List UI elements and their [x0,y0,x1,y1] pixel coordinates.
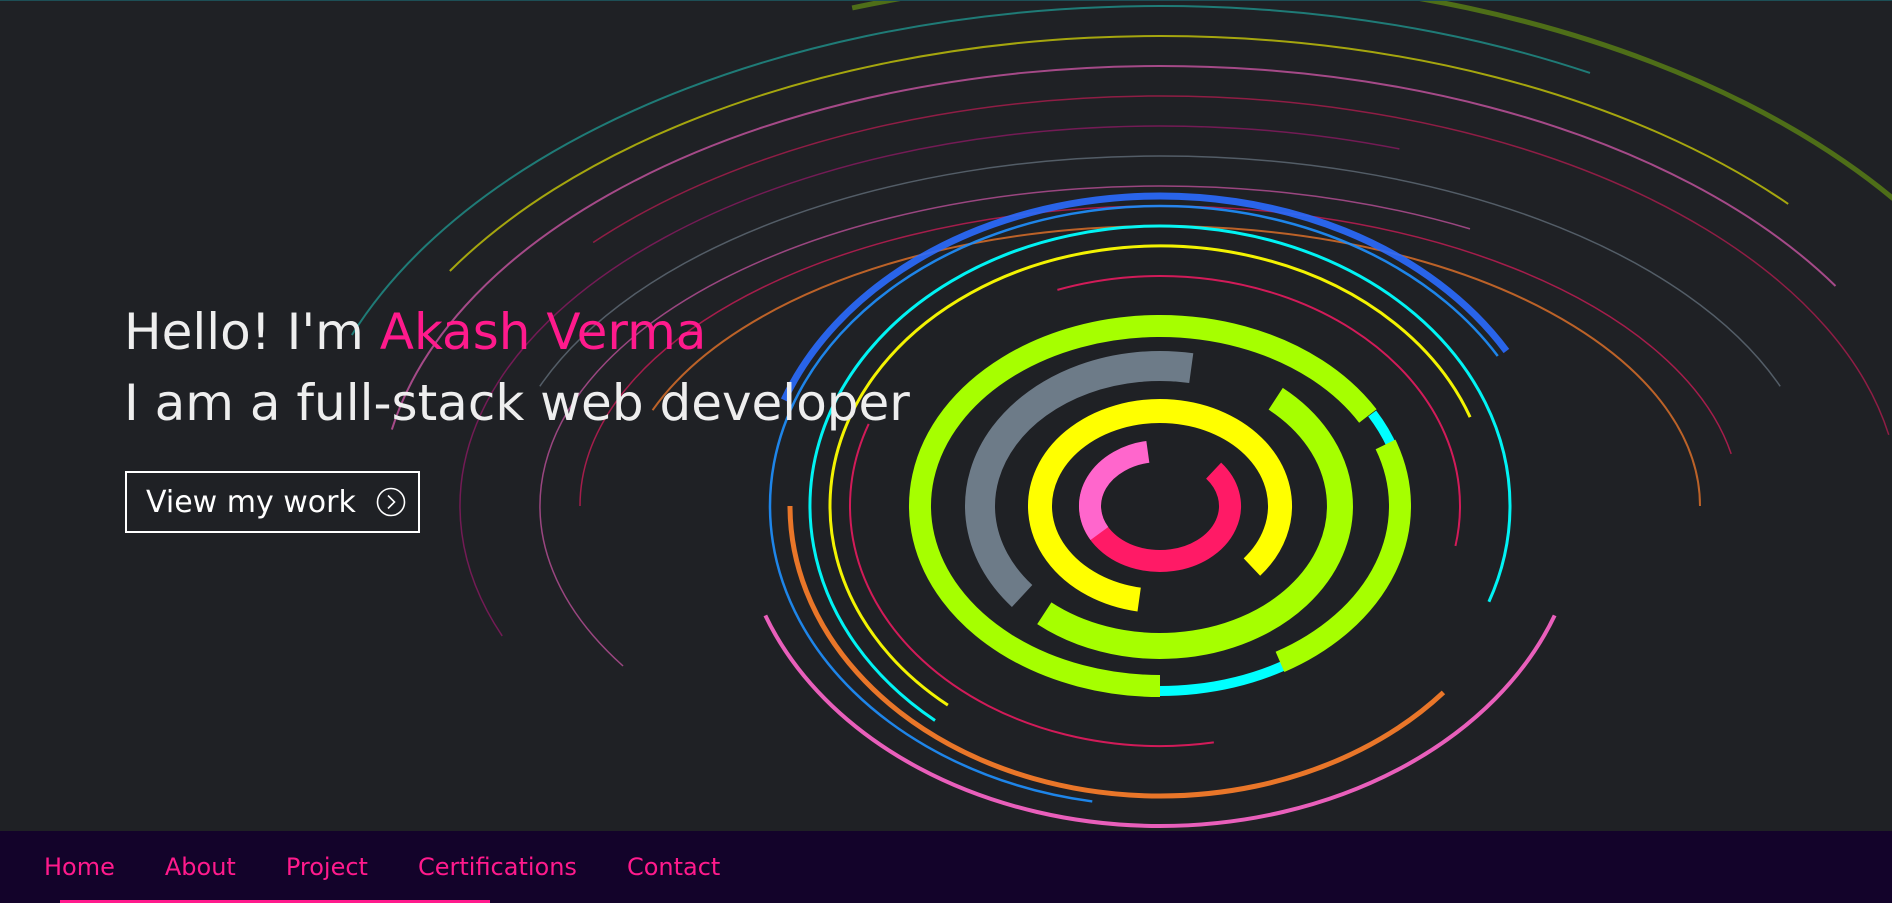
hero-section: Hello! I'm Akash Verma I am a full-stack… [0,0,1892,831]
hero-text: Hello! I'm Akash Verma I am a full-stack… [124,297,910,439]
ring-arc [1079,462,1241,572]
nav-about[interactable]: About [165,853,236,881]
nav-contact[interactable]: Contact [627,853,720,881]
view-my-work-label: View my work [146,484,356,520]
chevron-right-circle-icon [376,487,406,517]
greeting-prefix: Hello! I'm [124,303,364,361]
hero-tagline: I am a full-stack web developer [124,374,910,432]
hero-greeting: Hello! I'm Akash Verma [124,297,910,367]
bottom-navbar: Home About Project Certifications Contac… [0,831,1892,903]
nav-certifications[interactable]: Certifications [418,853,577,881]
nav-project[interactable]: Project [286,853,368,881]
ring-arc [1079,440,1150,541]
nav-home[interactable]: Home [44,853,115,881]
page: Hello! I'm Akash Verma I am a full-stack… [0,0,1892,903]
hero-name: Akash Verma [379,303,707,361]
view-my-work-button[interactable]: View my work [125,471,420,533]
